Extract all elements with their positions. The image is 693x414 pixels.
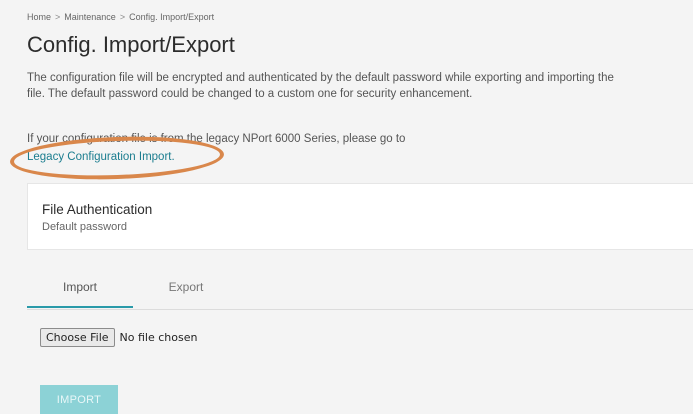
breadcrumb-separator: > [119,12,126,22]
page: Home > Maintenance > Config. Import/Expo… [0,0,693,414]
file-authentication-subtitle: Default password [42,221,127,233]
tab-import[interactable]: Import [27,272,133,308]
choose-file-button[interactable]: Choose File [40,328,115,347]
import-button[interactable]: IMPORT [40,385,118,414]
file-authentication-title: File Authentication [42,202,153,217]
file-input-row: Choose File No file chosen [40,328,197,347]
breadcrumb-separator: > [55,12,61,22]
breadcrumb: Home > Maintenance > Config. Import/Expo… [27,12,214,22]
tab-export[interactable]: Export [147,272,225,308]
breadcrumb-home[interactable]: Home [27,12,51,22]
legacy-info-text: If your configuration file is from the l… [27,133,406,145]
breadcrumb-maintenance[interactable]: Maintenance [64,12,116,22]
file-authentication-card[interactable]: File Authentication Default password [27,183,693,250]
page-title: Config. Import/Export [27,32,235,57]
page-description: The configuration file will be encrypted… [27,72,614,100]
import-export-tabs: Import Export [27,272,693,310]
breadcrumb-current: Config. Import/Export [129,12,215,22]
file-status-text: No file chosen [119,331,198,344]
legacy-configuration-import-link[interactable]: Legacy Configuration Import. [27,151,175,163]
